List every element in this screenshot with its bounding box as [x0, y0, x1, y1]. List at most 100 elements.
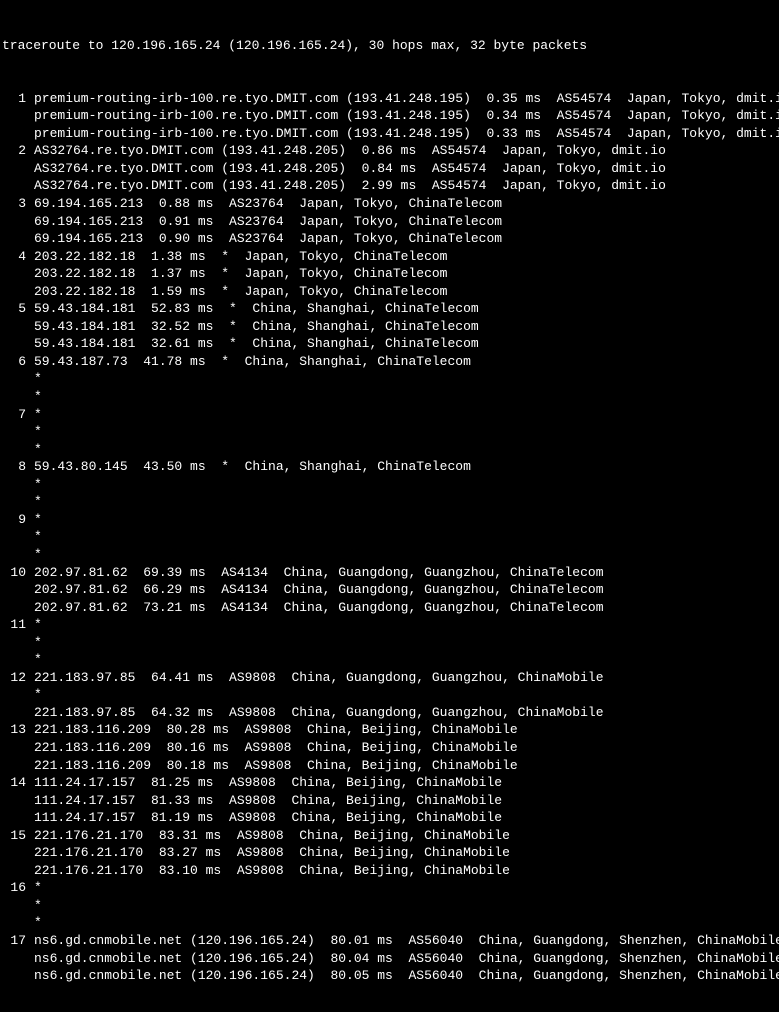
traceroute-line: 203.22.182.18 1.37 ms * Japan, Tokyo, Ch…: [2, 265, 779, 283]
hop-content: 111.24.17.157 81.25 ms AS9808 China, Bei…: [26, 774, 779, 792]
traceroute-line: 369.194.165.213 0.88 ms AS23764 Japan, T…: [2, 195, 779, 213]
traceroute-line: *: [2, 528, 779, 546]
hop-content: *: [26, 686, 779, 704]
traceroute-line: 7*: [2, 406, 779, 424]
hop-content: 221.176.21.170 83.31 ms AS9808 China, Be…: [26, 827, 779, 845]
hop-number: [2, 651, 26, 669]
traceroute-line: ns6.gd.cnmobile.net (120.196.165.24) 80.…: [2, 950, 779, 968]
traceroute-line: *: [2, 423, 779, 441]
traceroute-line: 111.24.17.157 81.19 ms AS9808 China, Bei…: [2, 809, 779, 827]
hop-content: *: [26, 879, 779, 897]
traceroute-line: 59.43.184.181 32.61 ms * China, Shanghai…: [2, 335, 779, 353]
hop-number: [2, 950, 26, 968]
hop-number: [2, 809, 26, 827]
hop-content: 221.176.21.170 83.27 ms AS9808 China, Be…: [26, 844, 779, 862]
hop-number: [2, 283, 26, 301]
hop-content: 202.97.81.62 66.29 ms AS4134 China, Guan…: [26, 581, 779, 599]
hop-content: *: [26, 476, 779, 494]
hop-number: 12: [2, 669, 26, 687]
hop-content: *: [26, 897, 779, 915]
traceroute-line: AS32764.re.tyo.DMIT.com (193.41.248.205)…: [2, 177, 779, 195]
hop-number: [2, 546, 26, 564]
hop-number: [2, 230, 26, 248]
hop-number: [2, 967, 26, 985]
traceroute-line: 202.97.81.62 66.29 ms AS4134 China, Guan…: [2, 581, 779, 599]
hop-content: *: [26, 388, 779, 406]
hop-content: 59.43.187.73 41.78 ms * China, Shanghai,…: [26, 353, 779, 371]
traceroute-line: 17ns6.gd.cnmobile.net (120.196.165.24) 8…: [2, 932, 779, 950]
hop-number: [2, 493, 26, 511]
hop-content: *: [26, 423, 779, 441]
hop-content: 59.43.184.181 32.61 ms * China, Shanghai…: [26, 335, 779, 353]
hop-number: [2, 213, 26, 231]
hop-number: [2, 844, 26, 862]
hop-content: 59.43.80.145 43.50 ms * China, Shanghai,…: [26, 458, 779, 476]
traceroute-line: *: [2, 634, 779, 652]
traceroute-line: 559.43.184.181 52.83 ms * China, Shangha…: [2, 300, 779, 318]
traceroute-line: *: [2, 476, 779, 494]
traceroute-line: 111.24.17.157 81.33 ms AS9808 China, Bei…: [2, 792, 779, 810]
hop-content: AS32764.re.tyo.DMIT.com (193.41.248.205)…: [26, 142, 779, 160]
hop-content: *: [26, 406, 779, 424]
hop-content: 202.97.81.62 69.39 ms AS4134 China, Guan…: [26, 564, 779, 582]
hop-content: ns6.gd.cnmobile.net (120.196.165.24) 80.…: [26, 967, 779, 985]
traceroute-line: 4203.22.182.18 1.38 ms * Japan, Tokyo, C…: [2, 248, 779, 266]
hop-content: 203.22.182.18 1.59 ms * Japan, Tokyo, Ch…: [26, 283, 779, 301]
hop-content: *: [26, 493, 779, 511]
hop-number: [2, 897, 26, 915]
traceroute-line: ns6.gd.cnmobile.net (120.196.165.24) 80.…: [2, 967, 779, 985]
traceroute-line: 221.183.97.85 64.32 ms AS9808 China, Gua…: [2, 704, 779, 722]
hop-number: [2, 423, 26, 441]
traceroute-header: traceroute to 120.196.165.24 (120.196.16…: [2, 37, 779, 55]
hop-content: 59.43.184.181 32.52 ms * China, Shanghai…: [26, 318, 779, 336]
hop-content: *: [26, 546, 779, 564]
terminal-output: traceroute to 120.196.165.24 (120.196.16…: [0, 0, 779, 1012]
hop-number: 3: [2, 195, 26, 213]
hop-number: [2, 318, 26, 336]
hop-number: 1: [2, 90, 26, 108]
traceroute-line: 859.43.80.145 43.50 ms * China, Shanghai…: [2, 458, 779, 476]
hop-number: 16: [2, 879, 26, 897]
hop-number: [2, 441, 26, 459]
traceroute-line: 1premium-routing-irb-100.re.tyo.DMIT.com…: [2, 90, 779, 108]
hops-container: 1premium-routing-irb-100.re.tyo.DMIT.com…: [2, 90, 779, 985]
traceroute-line: 659.43.187.73 41.78 ms * China, Shanghai…: [2, 353, 779, 371]
hop-content: 221.183.97.85 64.41 ms AS9808 China, Gua…: [26, 669, 779, 687]
hop-content: premium-routing-irb-100.re.tyo.DMIT.com …: [26, 107, 779, 125]
traceroute-line: *: [2, 493, 779, 511]
hop-number: 17: [2, 932, 26, 950]
hop-content: *: [26, 651, 779, 669]
traceroute-line: 2AS32764.re.tyo.DMIT.com (193.41.248.205…: [2, 142, 779, 160]
hop-number: [2, 686, 26, 704]
hop-content: *: [26, 441, 779, 459]
hop-number: [2, 370, 26, 388]
hop-number: [2, 125, 26, 143]
hop-content: 221.183.116.209 80.18 ms AS9808 China, B…: [26, 757, 779, 775]
traceroute-line: 69.194.165.213 0.90 ms AS23764 Japan, To…: [2, 230, 779, 248]
hop-number: [2, 792, 26, 810]
traceroute-line: 11*: [2, 616, 779, 634]
traceroute-line: *: [2, 651, 779, 669]
traceroute-line: *: [2, 441, 779, 459]
traceroute-line: 9*: [2, 511, 779, 529]
traceroute-line: 59.43.184.181 32.52 ms * China, Shanghai…: [2, 318, 779, 336]
traceroute-line: 221.183.116.209 80.18 ms AS9808 China, B…: [2, 757, 779, 775]
hop-number: 9: [2, 511, 26, 529]
traceroute-line: AS32764.re.tyo.DMIT.com (193.41.248.205)…: [2, 160, 779, 178]
hop-number: [2, 862, 26, 880]
hop-number: [2, 739, 26, 757]
hop-content: 111.24.17.157 81.33 ms AS9808 China, Bei…: [26, 792, 779, 810]
hop-content: ns6.gd.cnmobile.net (120.196.165.24) 80.…: [26, 950, 779, 968]
traceroute-line: *: [2, 914, 779, 932]
traceroute-line: 221.176.21.170 83.27 ms AS9808 China, Be…: [2, 844, 779, 862]
traceroute-line: 10202.97.81.62 69.39 ms AS4134 China, Gu…: [2, 564, 779, 582]
hop-content: 69.194.165.213 0.90 ms AS23764 Japan, To…: [26, 230, 779, 248]
hop-number: [2, 581, 26, 599]
hop-content: premium-routing-irb-100.re.tyo.DMIT.com …: [26, 125, 779, 143]
hop-number: [2, 704, 26, 722]
hop-number: [2, 914, 26, 932]
traceroute-line: *: [2, 388, 779, 406]
hop-number: [2, 757, 26, 775]
hop-content: AS32764.re.tyo.DMIT.com (193.41.248.205)…: [26, 160, 779, 178]
hop-number: [2, 177, 26, 195]
